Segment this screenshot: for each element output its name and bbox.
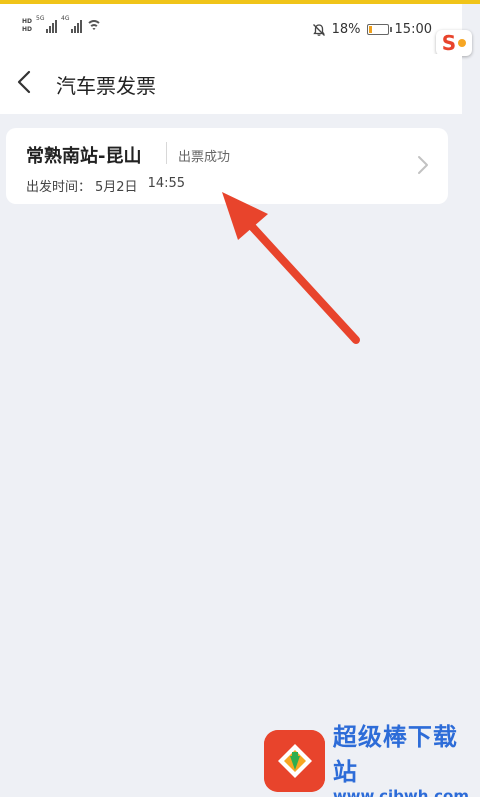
chevron-right-icon xyxy=(418,156,428,174)
route-status-divider xyxy=(166,142,167,164)
sogou-dot xyxy=(458,39,467,47)
watermark-title: 超级棒下载站 xyxy=(332,723,458,786)
watermark-text: 超级棒下载站 www.cjbwh.com xyxy=(333,717,480,797)
ticket-route: 常熟南站-昆山 xyxy=(26,146,142,167)
ticket-status: 出票成功 xyxy=(178,150,231,165)
battery-percent: 18% xyxy=(331,22,361,37)
red-arrow-annotation xyxy=(222,192,360,344)
watermark-logo-icon xyxy=(264,730,325,792)
hd-bottom-label: HD xyxy=(22,26,33,33)
network-type-2: 4G xyxy=(61,15,70,22)
watermark-url: www.cjbwh.com xyxy=(332,787,469,797)
signal-icon-2: 4G xyxy=(61,15,83,33)
departure-time: 14:55 xyxy=(147,176,186,191)
watermark: 超级棒下载站 www.cjbwh.com xyxy=(264,723,480,797)
departure-info: 出发时间： 5月2日 14:55 xyxy=(26,176,185,195)
bell-off-icon xyxy=(312,23,326,37)
wifi-icon xyxy=(86,20,103,32)
signal-icon: 5G xyxy=(36,15,58,33)
departure-label: 出发时间： xyxy=(26,180,92,195)
chevron-left-icon xyxy=(17,70,31,94)
sogou-input-icon[interactable]: S xyxy=(436,30,472,56)
status-right: 18% 15:00 xyxy=(312,22,432,37)
network-type-1: 5G xyxy=(36,15,45,22)
ticket-card[interactable]: 常熟南站-昆山 出票成功 出发时间： 5月2日 14:55 xyxy=(6,128,448,204)
departure-date: 5月2日 xyxy=(95,180,138,195)
hd-top-label: HD xyxy=(22,18,33,25)
battery-fill xyxy=(368,26,373,33)
status-left: HD HD 5G 4G xyxy=(22,15,103,34)
back-button[interactable] xyxy=(8,66,40,98)
page-title: 汽车票发票 xyxy=(56,74,156,98)
battery-icon xyxy=(366,24,392,35)
page-header: 汽车票发票 xyxy=(0,54,462,114)
status-bar: HD HD 5G 4G 18% 15:00 xyxy=(0,4,462,54)
sogou-s-glyph: S xyxy=(441,31,457,55)
clock: 15:00 xyxy=(394,22,432,37)
hd-indicator: HD HD xyxy=(22,18,32,34)
